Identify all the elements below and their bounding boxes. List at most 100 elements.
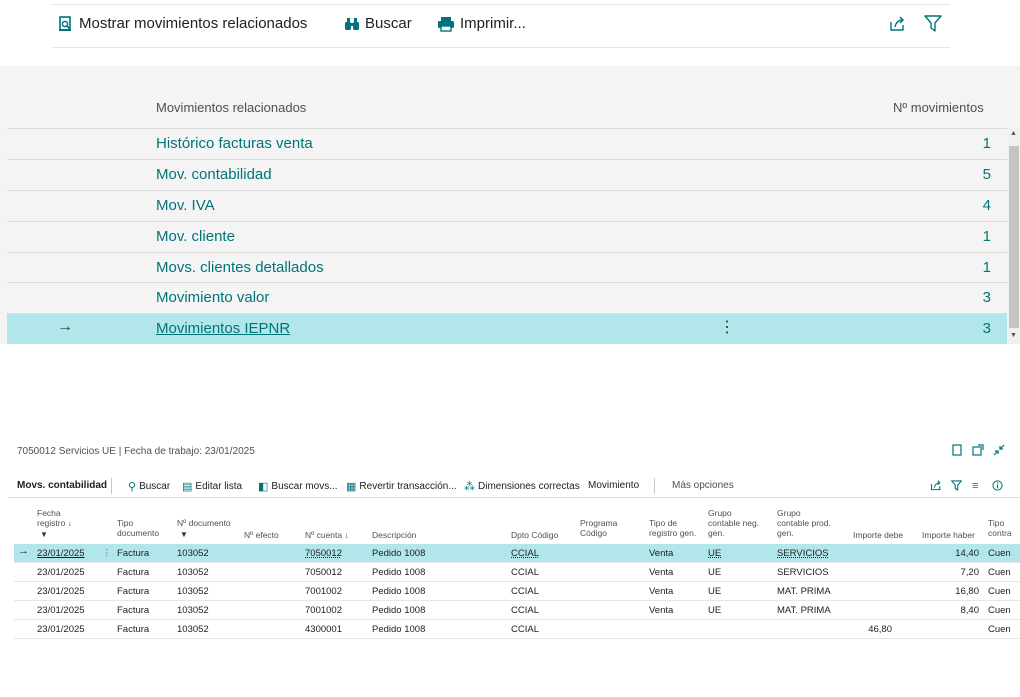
print-label: Imprimir... — [460, 15, 526, 32]
related-row-label[interactable]: Mov. cliente — [156, 228, 235, 245]
related-row-label[interactable]: Movimientos IEPNR — [156, 320, 290, 337]
cell-posting-date: 23/01/2025 — [37, 624, 85, 635]
col-header-posting-date[interactable]: Fecha registro ↓ — [37, 508, 87, 528]
dimensions-icon: ⁂ — [464, 481, 475, 493]
related-row-count[interactable]: 1 — [983, 259, 991, 276]
cell-document-type: Factura — [117, 605, 150, 616]
col-header-gen-prod-posting-group[interactable]: Grupo contable prod. gen. — [777, 508, 835, 538]
row-actions-icon[interactable]: ⋮ — [719, 317, 735, 337]
cell-account-no[interactable]: 7050012 — [305, 548, 342, 559]
table-row[interactable]: 23/01/2025 Factura 103052 7001002 Pedido… — [14, 582, 1020, 601]
row-actions-icon[interactable]: ⋮ — [102, 548, 112, 559]
col-header-credit-amount[interactable]: Importe haber — [922, 530, 975, 540]
movement-menu[interactable]: Movimiento — [588, 480, 639, 491]
col-header-document-no[interactable]: Nº documento — [177, 518, 237, 528]
filter-icon[interactable] — [924, 15, 942, 32]
related-row-label[interactable]: Movimiento valor — [156, 289, 269, 306]
cell-gen-posting-type: Venta — [649, 567, 674, 578]
cell-department: CCIAL — [511, 567, 539, 578]
cell-account-no: 7001002 — [305, 586, 342, 597]
related-header-label: Movimientos relacionados — [156, 100, 307, 115]
col-header-description[interactable]: Descripción — [372, 530, 416, 540]
cell-bal-account-type: Cuen — [988, 548, 1011, 559]
find-entries-button[interactable]: ◧ Buscar movs... — [258, 480, 338, 493]
col-header-bill-no[interactable]: Nº efecto — [244, 530, 279, 540]
cell-document-type: Factura — [117, 624, 150, 635]
related-row-detailed-customer-entries[interactable]: Movs. clientes detallados 1 — [7, 252, 1007, 283]
open-new-icon[interactable] — [972, 444, 984, 459]
related-row-gl-entries[interactable]: Mov. contabilidad 5 — [7, 159, 1007, 190]
bookmark-icon[interactable] — [952, 444, 962, 459]
edit-list-button[interactable]: ▤ Editar lista — [182, 480, 242, 493]
cell-posting-date: 23/01/2025 — [37, 567, 85, 578]
table-row[interactable]: 23/01/2025 Factura 103052 4300001 Pedido… — [14, 620, 1020, 639]
related-header-count: Nº movimientos — [893, 100, 984, 115]
search-entries-button[interactable]: ⚲ Buscar — [128, 480, 170, 493]
related-row-label[interactable]: Mov. contabilidad — [156, 166, 272, 183]
cell-document-no: 103052 — [177, 567, 209, 578]
share-icon[interactable] — [930, 480, 942, 491]
col-header-gen-posting-type[interactable]: Tipo de registro gen. — [649, 518, 701, 538]
cell-bal-account-type: Cuen — [988, 586, 1011, 597]
cell-gen-prod-posting-group: SERVICIOS — [777, 567, 829, 578]
collapse-icon[interactable] — [993, 444, 1005, 459]
table-row[interactable]: 23/01/2025 Factura 103052 7050012 Pedido… — [14, 563, 1020, 582]
print-button[interactable]: Imprimir... — [437, 15, 526, 32]
related-row-count[interactable]: 3 — [983, 320, 991, 337]
related-row-vat-entries[interactable]: Mov. IVA 4 — [7, 190, 1007, 221]
top-action-bar: Mostrar movimientos relacionados Buscar … — [52, 4, 950, 48]
show-related-button[interactable]: Mostrar movimientos relacionados — [58, 15, 307, 32]
document-search-icon — [58, 15, 74, 32]
scroll-down-icon[interactable]: ▼ — [1010, 332, 1017, 339]
table-row[interactable]: 23/01/2025 Factura 103052 7001002 Pedido… — [14, 601, 1020, 620]
cell-description: Pedido 1008 — [372, 605, 426, 616]
related-row-label[interactable]: Movs. clientes detallados — [156, 259, 324, 276]
col-header-department[interactable]: Dpto Código — [511, 530, 558, 540]
related-row-count[interactable]: 1 — [983, 135, 991, 152]
cell-department: CCIAL — [511, 624, 539, 635]
col-header-program[interactable]: Programa Código — [580, 518, 630, 538]
reverse-transaction-button[interactable]: ▦ Revertir transacción... — [346, 480, 457, 493]
cell-gen-bus-posting-group[interactable]: UE — [708, 548, 721, 559]
printer-icon — [437, 16, 455, 32]
table-row[interactable]: → 23/01/2025 ⋮ Factura 103052 7050012 Pe… — [14, 544, 1020, 563]
cell-department[interactable]: CCIAL — [511, 548, 539, 559]
col-header-account-no[interactable]: Nº cuenta ↓ — [305, 530, 349, 540]
filter-icon[interactable]: ▼ — [40, 530, 48, 539]
page-caption: 7050012 Servicios UE | Fecha de trabajo:… — [17, 446, 255, 457]
scroll-up-icon[interactable]: ▲ — [1010, 130, 1017, 137]
filter-icon[interactable]: ▼ — [180, 530, 188, 539]
row-selected-arrow-icon: → — [18, 545, 29, 557]
correct-dimensions-button[interactable]: ⁂ Dimensiones correctas — [464, 480, 580, 493]
related-row-count[interactable]: 3 — [983, 289, 991, 306]
related-row-value-entries[interactable]: Movimiento valor 3 — [7, 282, 1007, 313]
col-header-debit-amount[interactable]: Importe debe — [853, 530, 903, 540]
cell-credit-amount: 7,20 — [960, 567, 980, 578]
cell-gen-prod-posting-group[interactable]: SERVICIOS — [777, 548, 829, 559]
page-title: Movs. contabilidad — [17, 480, 108, 491]
related-row-sales-invoices[interactable]: Histórico facturas venta 1 — [7, 128, 1007, 159]
col-header-document-type[interactable]: Tipo documento — [117, 518, 165, 538]
related-row-count[interactable]: 1 — [983, 228, 991, 245]
reverse-label: Revertir transacción... — [359, 481, 457, 492]
cell-bal-account-type: Cuen — [988, 567, 1011, 578]
col-header-bal-account-type[interactable]: Tipo contra — [988, 518, 1018, 538]
related-row-count[interactable]: 4 — [983, 197, 991, 214]
related-row-label[interactable]: Mov. IVA — [156, 197, 215, 214]
related-row-count[interactable]: 5 — [983, 166, 991, 183]
dimensions-label: Dimensiones correctas — [478, 481, 580, 492]
share-icon[interactable] — [889, 16, 906, 32]
related-row-label[interactable]: Histórico facturas venta — [156, 135, 313, 152]
search-button[interactable]: Buscar — [344, 15, 412, 32]
related-row-customer-entries[interactable]: Mov. cliente 1 — [7, 221, 1007, 252]
col-header-gen-bus-posting-group[interactable]: Grupo contable neg. gen. — [708, 508, 762, 538]
row-selected-arrow-icon: → — [57, 318, 73, 335]
list-icon[interactable]: ≡ — [972, 480, 978, 492]
related-row-iepnr-entries[interactable]: → Movimientos IEPNR ⋮ 3 — [7, 313, 1007, 344]
more-options-button[interactable]: Más opciones — [672, 480, 734, 491]
filter-icon[interactable] — [951, 480, 962, 491]
info-icon[interactable] — [992, 480, 1003, 491]
scrollbar-thumb[interactable] — [1009, 146, 1019, 328]
cell-document-type: Factura — [117, 567, 150, 578]
cell-posting-date[interactable]: 23/01/2025 — [37, 548, 85, 559]
